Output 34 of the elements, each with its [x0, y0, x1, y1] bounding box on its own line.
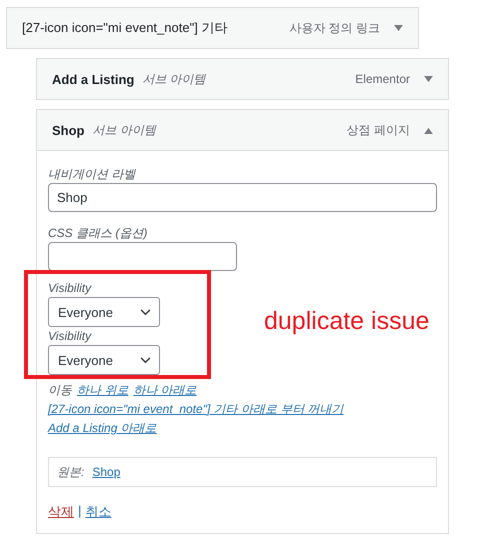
original-link[interactable]: Shop [92, 465, 120, 479]
field-label: Visibility [48, 328, 93, 345]
move-link[interactable]: 하나 위로 [77, 381, 128, 400]
cancel-link[interactable]: 취소 [85, 503, 112, 521]
field-label: 내비게이션 라벨 [48, 166, 137, 183]
caret-down-icon[interactable] [424, 76, 433, 82]
move-link[interactable]: Add a Listing 아래로 [48, 419, 157, 438]
move-link[interactable]: [27-icon icon="mi event_note"] 기타 아래로 부터 꺼내기 [48, 400, 344, 419]
text-input[interactable] [48, 242, 237, 271]
item-title: Add a Listing [52, 72, 134, 86]
field-label: Visibility [48, 280, 93, 297]
delete-link[interactable]: 삭제 [48, 503, 74, 521]
item-title: [27-icon icon="mi event_note"] 기타 [22, 19, 228, 37]
separator-text: | [78, 503, 82, 520]
item-title: Shop [52, 122, 84, 138]
annotation-text: duplicate issue [264, 307, 430, 336]
visibility-dropdown[interactable]: Everyone [48, 297, 160, 327]
caret-up-icon[interactable] [424, 126, 433, 134]
chevron-down-icon [140, 308, 151, 316]
move-label: 이동 [48, 382, 72, 399]
item-type: Elementor [355, 72, 410, 86]
field-label: CSS 클래스 (옵션) [48, 225, 148, 242]
chevron-down-icon [140, 356, 151, 364]
sub-item-label: 서브 아이템 [92, 122, 156, 138]
original-label: 원본: [57, 464, 84, 480]
text-input[interactable]: Shop [48, 183, 437, 212]
sub-item-label: 서브 아이템 [142, 70, 206, 88]
menu-item-header[interactable]: Add a Listing 서브 아이템 Elementor [37, 59, 448, 99]
menu-item-header[interactable]: Shop 서브 아이템 상점 페이지 [37, 110, 448, 150]
visibility-dropdown[interactable]: Everyone [48, 345, 160, 375]
item-type: 사용자 정의 링크 [289, 20, 380, 36]
item-type: 상점 페이지 [346, 122, 410, 138]
caret-down-icon[interactable] [394, 24, 403, 32]
move-link[interactable]: 하나 아래로 [133, 381, 197, 400]
